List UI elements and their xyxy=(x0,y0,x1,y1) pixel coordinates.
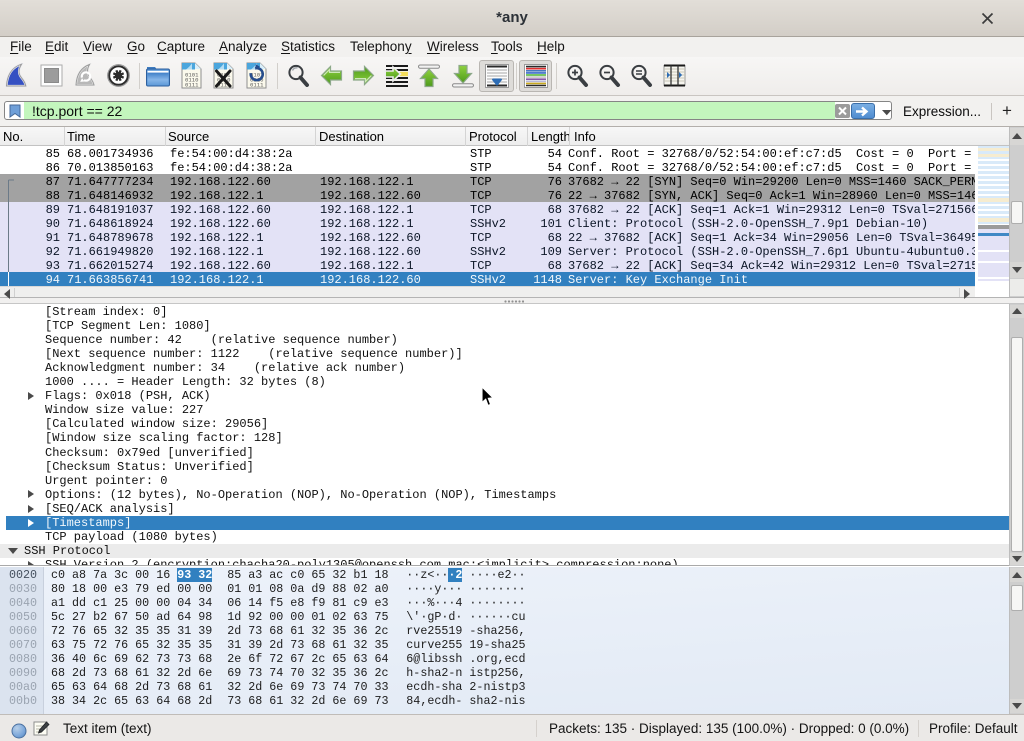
svg-text:0111: 0111 xyxy=(250,82,264,89)
svg-text:0111: 0111 xyxy=(185,82,199,89)
